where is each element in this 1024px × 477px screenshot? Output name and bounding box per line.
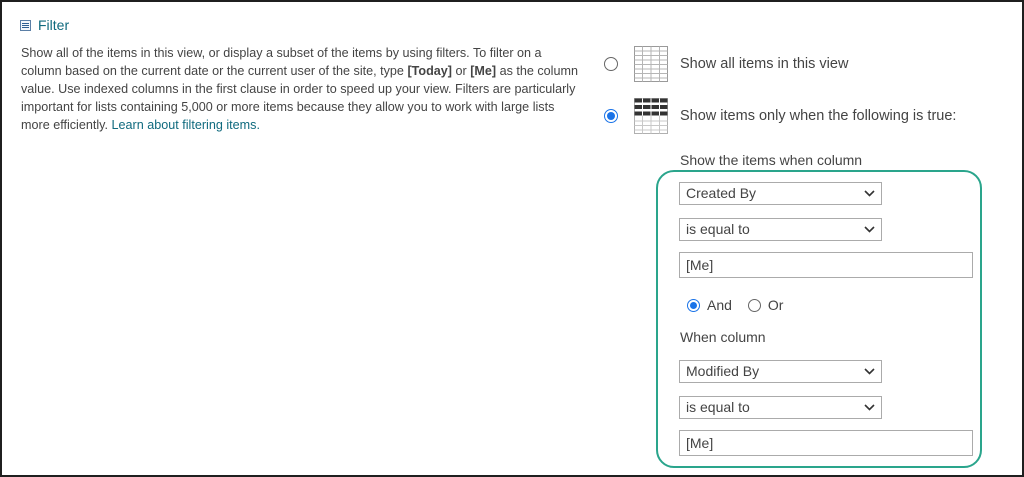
or-label: Or bbox=[767, 297, 784, 313]
or-radio[interactable] bbox=[747, 298, 761, 312]
and-or-connector: And Or bbox=[687, 297, 799, 313]
chevron-down-icon bbox=[864, 404, 875, 411]
filter-criteria-highlight bbox=[656, 170, 982, 468]
table-grid-icon bbox=[634, 46, 668, 82]
option-show-filtered[interactable]: Show items only when the following is tr… bbox=[604, 98, 956, 134]
clause2-column-value: Modified By bbox=[686, 363, 760, 379]
second-column-label: When column bbox=[680, 329, 766, 345]
table-filter-icon bbox=[634, 98, 668, 134]
clause2-operator-select[interactable]: is equal to bbox=[679, 396, 882, 419]
description-text-2: or bbox=[451, 64, 471, 78]
filter-panel: Filter Show all of the items in this vie… bbox=[0, 0, 1024, 477]
and-radio[interactable] bbox=[687, 298, 700, 312]
clause1-value-text: [Me] bbox=[686, 257, 714, 273]
show-all-label: Show all items in this view bbox=[680, 56, 849, 72]
filter-section-header[interactable]: Filter bbox=[20, 17, 69, 33]
show-filtered-label: Show items only when the following is tr… bbox=[680, 108, 957, 124]
and-label: And bbox=[707, 297, 732, 313]
me-token: [Me] bbox=[470, 64, 497, 78]
clause1-column-value: Created By bbox=[686, 185, 757, 201]
clause1-value-input[interactable]: [Me] bbox=[679, 252, 973, 278]
chevron-down-icon bbox=[864, 368, 875, 375]
clause2-column-select[interactable]: Modified By bbox=[679, 360, 882, 383]
clause2-operator-value: is equal to bbox=[686, 399, 750, 415]
learn-filtering-link[interactable]: Learn about filtering items. bbox=[112, 118, 260, 132]
first-column-label: Show the items when column bbox=[680, 152, 863, 168]
section-title: Filter bbox=[38, 17, 70, 33]
today-token: [Today] bbox=[407, 64, 452, 78]
filter-description: Show all of the items in this view, or d… bbox=[21, 44, 581, 134]
clause2-value-text: [Me] bbox=[686, 435, 714, 451]
clause1-operator-select[interactable]: is equal to bbox=[679, 218, 882, 241]
show-all-radio[interactable] bbox=[604, 57, 618, 71]
clause2-value-input[interactable]: [Me] bbox=[679, 430, 973, 456]
clause1-column-select[interactable]: Created By bbox=[679, 182, 882, 205]
chevron-down-icon bbox=[864, 226, 875, 233]
chevron-down-icon bbox=[864, 190, 875, 197]
show-filtered-radio[interactable] bbox=[604, 109, 618, 123]
collapse-minus-icon[interactable] bbox=[20, 19, 31, 31]
clause1-operator-value: is equal to bbox=[686, 221, 750, 237]
option-show-all[interactable]: Show all items in this view bbox=[604, 46, 848, 82]
